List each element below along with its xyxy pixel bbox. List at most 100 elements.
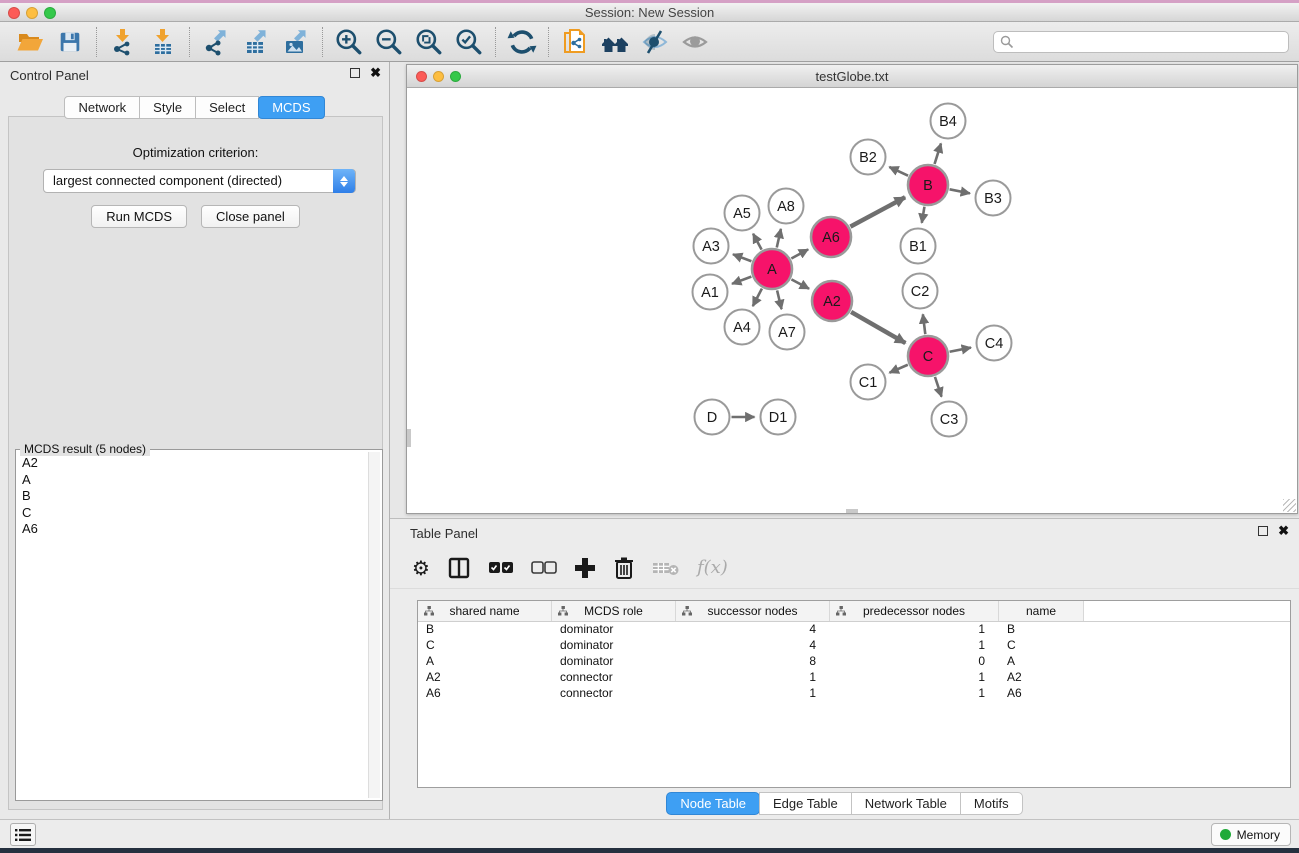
- tab-select[interactable]: Select: [195, 96, 259, 119]
- edge-A-A8[interactable]: [777, 229, 781, 248]
- result-item[interactable]: A: [22, 472, 368, 489]
- close-panel-icon[interactable]: ✖: [370, 68, 381, 78]
- edge-C-C3[interactable]: [935, 377, 942, 397]
- zoom-in-icon[interactable]: [329, 25, 369, 59]
- table-row[interactable]: Adominator80A: [418, 654, 1290, 670]
- node-A3[interactable]: A3: [694, 229, 729, 264]
- tab-network-table[interactable]: Network Table: [851, 792, 961, 815]
- cell-successor-nodes[interactable]: 4: [676, 622, 830, 638]
- function-builder-icon[interactable]: f(x): [697, 557, 728, 578]
- cell-MCDS-role[interactable]: dominator: [552, 622, 676, 638]
- cell-successor-nodes[interactable]: 8: [676, 654, 830, 670]
- table-row[interactable]: A6connector11A6: [418, 686, 1290, 702]
- edge-A-A3[interactable]: [733, 254, 751, 261]
- cell-predecessor-nodes[interactable]: 1: [830, 622, 999, 638]
- edge-A-A1[interactable]: [732, 277, 751, 284]
- node-C1[interactable]: C1: [851, 365, 886, 400]
- export-network-icon[interactable]: [196, 25, 236, 59]
- node-C4[interactable]: C4: [977, 326, 1012, 361]
- cell-MCDS-role[interactable]: connector: [552, 670, 676, 686]
- search-input[interactable]: [993, 31, 1289, 53]
- network-graph[interactable]: B4B2BB3A8A5A6A3B1AA1C2A2A4A7CC1C4C3DD1: [407, 88, 1297, 513]
- cell-name[interactable]: C: [999, 638, 1084, 654]
- canvas-bottom-scroll-nub[interactable]: [846, 509, 858, 513]
- cell-MCDS-role[interactable]: dominator: [552, 638, 676, 654]
- network-canvas[interactable]: B4B2BB3A8A5A6A3B1AA1C2A2A4A7CC1C4C3DD1: [407, 88, 1297, 513]
- zoom-out-icon[interactable]: [369, 25, 409, 59]
- cell-MCDS-role[interactable]: dominator: [552, 654, 676, 670]
- cell-shared-name[interactable]: C: [418, 638, 552, 654]
- delete-column-icon[interactable]: [613, 556, 635, 580]
- column-header-predecessor-nodes[interactable]: predecessor nodes: [830, 601, 999, 621]
- cell-predecessor-nodes[interactable]: 0: [830, 654, 999, 670]
- node-A5[interactable]: A5: [725, 196, 760, 231]
- float-panel-icon[interactable]: [1258, 526, 1268, 536]
- cell-name[interactable]: A2: [999, 670, 1084, 686]
- float-panel-icon[interactable]: [350, 68, 360, 78]
- criterion-select[interactable]: largest connected component (directed): [43, 169, 356, 193]
- cell-predecessor-nodes[interactable]: 1: [830, 686, 999, 702]
- node-table[interactable]: shared nameMCDS rolesuccessor nodesprede…: [417, 600, 1291, 788]
- edge-A-A4[interactable]: [753, 289, 762, 307]
- zoom-fit-icon[interactable]: [409, 25, 449, 59]
- node-B2[interactable]: B2: [851, 140, 886, 175]
- cell-shared-name[interactable]: A6: [418, 686, 552, 702]
- add-column-icon[interactable]: [574, 557, 596, 579]
- mcds-result-list[interactable]: A2ABCA6: [18, 452, 368, 798]
- table-row[interactable]: A2connector11A2: [418, 670, 1290, 686]
- window-resize-grip[interactable]: [1283, 499, 1296, 512]
- memory-button[interactable]: Memory: [1211, 823, 1291, 846]
- result-item[interactable]: A6: [22, 521, 368, 538]
- cell-predecessor-nodes[interactable]: 1: [830, 670, 999, 686]
- edge-B-B1[interactable]: [922, 207, 925, 223]
- node-B3[interactable]: B3: [976, 181, 1011, 216]
- node-C2[interactable]: C2: [903, 274, 938, 309]
- cell-shared-name[interactable]: A2: [418, 670, 552, 686]
- tab-node-table[interactable]: Node Table: [666, 792, 760, 815]
- table-row[interactable]: Bdominator41B: [418, 622, 1290, 638]
- export-image-icon[interactable]: [276, 25, 316, 59]
- edge-A-A7[interactable]: [777, 290, 781, 309]
- edge-A-A2[interactable]: [791, 279, 809, 288]
- edge-A-A5[interactable]: [753, 234, 762, 250]
- node-B4[interactable]: B4: [931, 104, 966, 139]
- result-item[interactable]: A2: [22, 455, 368, 472]
- node-C3[interactable]: C3: [932, 402, 967, 437]
- node-A7[interactable]: A7: [770, 315, 805, 350]
- delete-table-icon[interactable]: [652, 559, 680, 577]
- canvas-left-scroll-nub[interactable]: [407, 429, 411, 447]
- column-header-shared-name[interactable]: shared name: [418, 601, 552, 621]
- table-settings-icon[interactable]: ⚙: [412, 557, 430, 579]
- export-table-icon[interactable]: [236, 25, 276, 59]
- result-item[interactable]: B: [22, 488, 368, 505]
- first-neighbors-icon[interactable]: [595, 25, 635, 59]
- deselect-all-icon[interactable]: [531, 560, 557, 576]
- edge-C-C1[interactable]: [890, 365, 908, 373]
- cell-name[interactable]: A6: [999, 686, 1084, 702]
- new-network-from-selection-icon[interactable]: [555, 25, 595, 59]
- node-B[interactable]: B: [908, 165, 948, 205]
- panel-menu-button[interactable]: [10, 823, 36, 846]
- close-panel-button[interactable]: Close panel: [201, 205, 300, 228]
- import-network-icon[interactable]: [103, 25, 143, 59]
- cell-successor-nodes[interactable]: 1: [676, 670, 830, 686]
- column-header-name[interactable]: name: [999, 601, 1084, 621]
- edge-C-C2[interactable]: [923, 314, 925, 334]
- open-session-icon[interactable]: [10, 25, 50, 59]
- node-A1[interactable]: A1: [693, 275, 728, 310]
- edge-C-C4[interactable]: [950, 348, 971, 352]
- close-panel-icon[interactable]: ✖: [1278, 526, 1289, 536]
- edge-A6-B[interactable]: [850, 197, 905, 226]
- cell-name[interactable]: A: [999, 654, 1084, 670]
- result-item[interactable]: C: [22, 505, 368, 522]
- cell-MCDS-role[interactable]: connector: [552, 686, 676, 702]
- node-A2[interactable]: A2: [812, 281, 852, 321]
- save-session-icon[interactable]: [50, 25, 90, 59]
- column-header-successor-nodes[interactable]: successor nodes: [676, 601, 830, 621]
- cell-shared-name[interactable]: B: [418, 622, 552, 638]
- result-scrollbar[interactable]: [368, 452, 380, 798]
- tab-motifs[interactable]: Motifs: [960, 792, 1023, 815]
- show-all-icon[interactable]: [675, 25, 715, 59]
- zoom-selected-icon[interactable]: [449, 25, 489, 59]
- edge-A2-C[interactable]: [851, 312, 905, 343]
